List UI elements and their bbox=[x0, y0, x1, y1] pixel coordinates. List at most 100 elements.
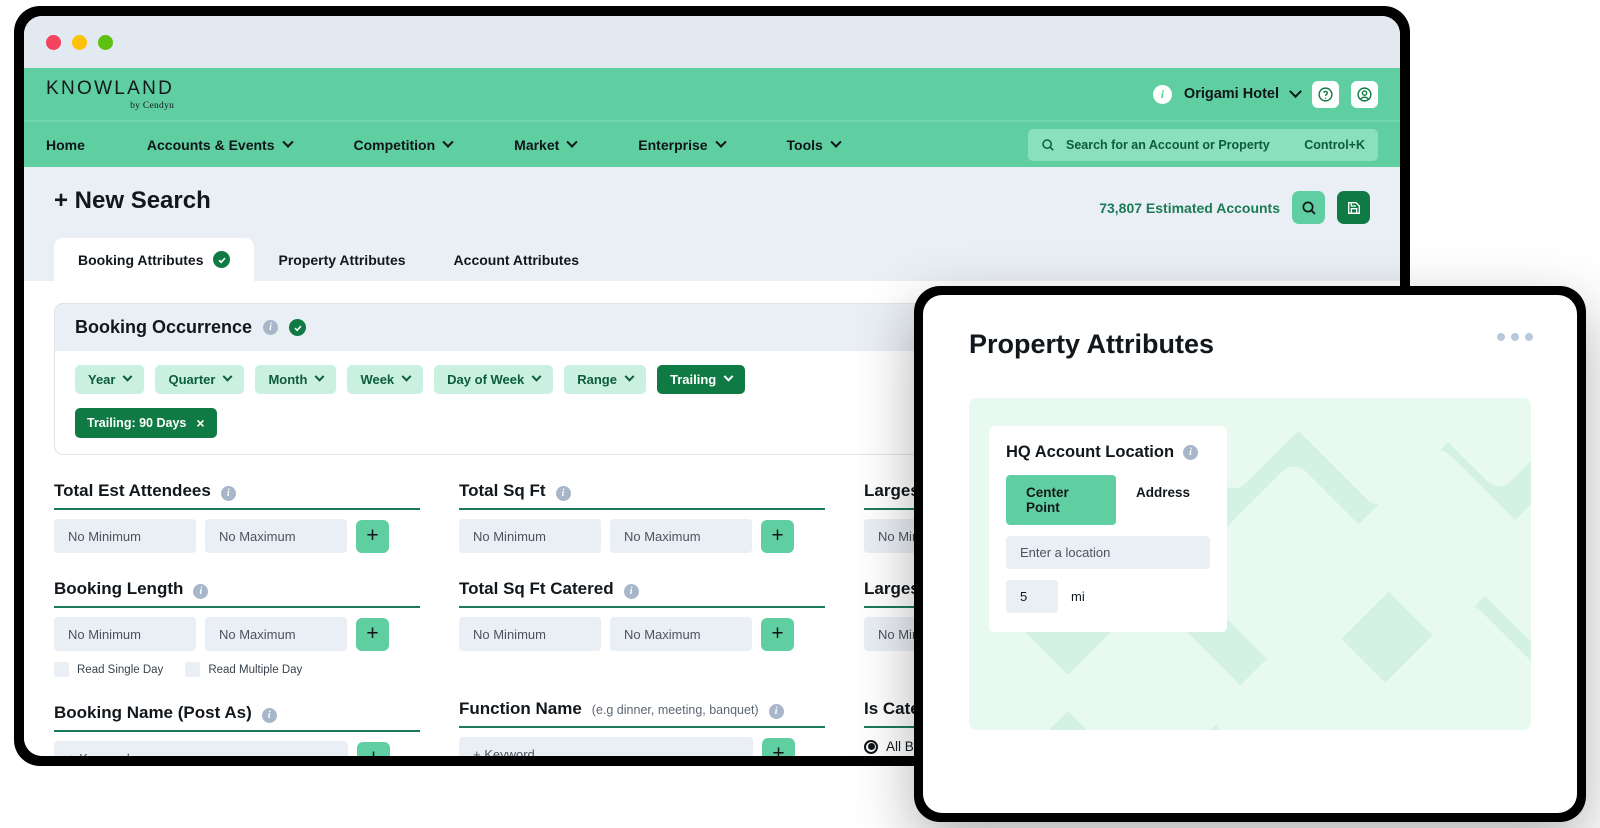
location-input[interactable]: Enter a location bbox=[1006, 536, 1210, 569]
nav-label: Accounts & Events bbox=[146, 136, 275, 153]
add-button[interactable]: + bbox=[762, 737, 795, 756]
chip-label: Week bbox=[360, 372, 395, 387]
info-icon[interactable]: i bbox=[1152, 84, 1172, 104]
chip-week[interactable]: Week bbox=[347, 365, 424, 394]
min-input[interactable]: No Minimum bbox=[459, 617, 601, 651]
info-icon[interactable]: i bbox=[555, 486, 571, 501]
nav-item-market[interactable]: Market bbox=[514, 136, 608, 153]
property-attributes-panel-bezel: Property Attributes HQ Account Location … bbox=[914, 286, 1586, 822]
keyword-input[interactable]: + Keyword bbox=[54, 741, 348, 756]
field-inputs: No Minimum No Maximum + bbox=[459, 510, 864, 553]
tab-account-attributes[interactable]: Account Attributes bbox=[430, 238, 603, 281]
window-maximize-button[interactable] bbox=[98, 34, 113, 50]
nav-item-home[interactable]: Home bbox=[46, 137, 117, 153]
logo-byline: by Cendyn bbox=[130, 100, 175, 111]
info-icon[interactable]: i bbox=[623, 584, 639, 599]
tab-label: Account Attributes bbox=[453, 251, 580, 268]
property-attributes-panel: Property Attributes HQ Account Location … bbox=[923, 295, 1577, 813]
field-label: Booking Name (Post As) bbox=[54, 703, 252, 722]
min-input[interactable]: No Minimum bbox=[54, 617, 196, 651]
save-disk-icon bbox=[1347, 201, 1360, 214]
close-icon[interactable]: × bbox=[196, 415, 204, 431]
chevron-down-icon bbox=[223, 371, 233, 382]
field-header: Booking Length i bbox=[54, 579, 459, 606]
field-hint: (e.g dinner, meeting, banquet) bbox=[591, 703, 759, 717]
radio-all-bookings[interactable] bbox=[864, 739, 878, 754]
keyword-input[interactable]: + Keyword bbox=[459, 737, 753, 756]
chip-label: Quarter bbox=[168, 372, 216, 387]
chip-label: Day of Week bbox=[447, 372, 525, 387]
page-header: + New Search 73,807 Estimated Accounts bbox=[24, 167, 1400, 224]
chip-month[interactable]: Month bbox=[255, 365, 337, 394]
chip-trailing[interactable]: Trailing bbox=[656, 365, 746, 394]
dot-icon bbox=[1525, 333, 1533, 341]
info-icon[interactable]: i bbox=[263, 320, 279, 335]
nav-item-tools[interactable]: Tools bbox=[787, 136, 872, 153]
add-button[interactable]: + bbox=[357, 741, 390, 756]
chevron-down-icon bbox=[314, 371, 325, 382]
max-input[interactable]: No Maximum bbox=[205, 519, 347, 553]
nav-item-competition[interactable]: Competition bbox=[353, 136, 485, 153]
panel-menu-dots[interactable] bbox=[1497, 333, 1533, 341]
checkbox-box[interactable] bbox=[185, 662, 201, 677]
add-button[interactable]: + bbox=[356, 617, 389, 651]
field-inputs: No Minimum No Maximum + bbox=[54, 608, 459, 651]
tab-property-attributes[interactable]: Property Attributes bbox=[254, 238, 429, 281]
max-input[interactable]: No Maximum bbox=[610, 519, 752, 553]
checkbox-box[interactable] bbox=[54, 662, 69, 677]
hq-card-title: HQ Account Location bbox=[1006, 443, 1175, 461]
estimated-accounts-count: 73,807 Estimated Accounts bbox=[1099, 199, 1280, 216]
segment-address[interactable]: Address bbox=[1116, 475, 1210, 525]
tag-label: Trailing: 90 Days bbox=[87, 416, 187, 430]
page-title[interactable]: + New Search bbox=[54, 187, 211, 215]
field-header: Total Sq Ft i bbox=[459, 481, 864, 508]
filter-column-1: Total Est Attendees i No Minimum No Maxi… bbox=[54, 481, 459, 756]
tab-label: Booking Attributes bbox=[78, 251, 204, 268]
info-icon[interactable]: i bbox=[193, 584, 209, 599]
field-function-name: Function Name (e.g dinner, meeting, banq… bbox=[459, 699, 864, 756]
map-preview[interactable]: HQ Account Location i Center Point Addre… bbox=[969, 398, 1531, 730]
knowland-logo[interactable]: KNOWLAND by Cendyn bbox=[46, 78, 174, 111]
window-titlebar bbox=[24, 16, 1400, 68]
window-close-button[interactable] bbox=[46, 34, 61, 50]
main-navigation: Home Accounts & Events Competition Marke… bbox=[24, 120, 1400, 167]
info-icon[interactable]: i bbox=[220, 486, 236, 501]
panel-title: Property Attributes bbox=[969, 329, 1215, 359]
window-minimize-button[interactable] bbox=[72, 34, 87, 50]
add-button[interactable]: + bbox=[761, 519, 794, 553]
chevron-down-icon bbox=[281, 136, 294, 148]
max-input[interactable]: No Maximum bbox=[610, 617, 752, 651]
nav-item-accounts-events[interactable]: Accounts & Events bbox=[146, 136, 324, 153]
radius-input[interactable]: 5 bbox=[1006, 580, 1058, 613]
chevron-down-icon[interactable] bbox=[1289, 84, 1302, 98]
global-search-input[interactable]: Search for an Account or Property Contro… bbox=[1028, 128, 1378, 161]
save-search-button[interactable] bbox=[1337, 191, 1370, 224]
chip-range[interactable]: Range bbox=[564, 365, 646, 394]
chip-year[interactable]: Year bbox=[75, 365, 145, 394]
info-icon[interactable]: i bbox=[1183, 445, 1199, 460]
add-button[interactable]: + bbox=[356, 519, 389, 553]
chip-quarter[interactable]: Quarter bbox=[155, 365, 245, 394]
dot-icon bbox=[1497, 333, 1505, 341]
account-button[interactable] bbox=[1351, 80, 1378, 108]
nav-item-enterprise[interactable]: Enterprise bbox=[638, 136, 756, 153]
max-input[interactable]: No Maximum bbox=[205, 617, 347, 651]
nav-label: Competition bbox=[353, 136, 436, 153]
info-icon[interactable]: i bbox=[768, 704, 784, 719]
info-icon[interactable]: i bbox=[261, 708, 277, 723]
chip-day-of-week[interactable]: Day of Week bbox=[434, 365, 554, 394]
chevron-down-icon bbox=[401, 371, 412, 382]
segment-center-point[interactable]: Center Point bbox=[1006, 475, 1116, 525]
hq-account-location-card: HQ Account Location i Center Point Addre… bbox=[989, 426, 1227, 632]
checkbox-read-single-day[interactable]: Read Single Day bbox=[54, 662, 163, 677]
field-label: Booking Length bbox=[54, 579, 184, 598]
field-header: Total Est Attendees i bbox=[54, 481, 459, 508]
min-input[interactable]: No Minimum bbox=[459, 519, 601, 553]
checkbox-read-multiple-day[interactable]: Read Multiple Day bbox=[185, 662, 302, 677]
min-input[interactable]: No Minimum bbox=[54, 519, 196, 553]
run-search-button[interactable] bbox=[1292, 191, 1325, 224]
property-selector-label[interactable]: Origami Hotel bbox=[1184, 86, 1279, 102]
help-button[interactable] bbox=[1312, 80, 1339, 108]
add-button[interactable]: + bbox=[761, 617, 794, 651]
tab-booking-attributes[interactable]: Booking Attributes bbox=[54, 238, 255, 281]
